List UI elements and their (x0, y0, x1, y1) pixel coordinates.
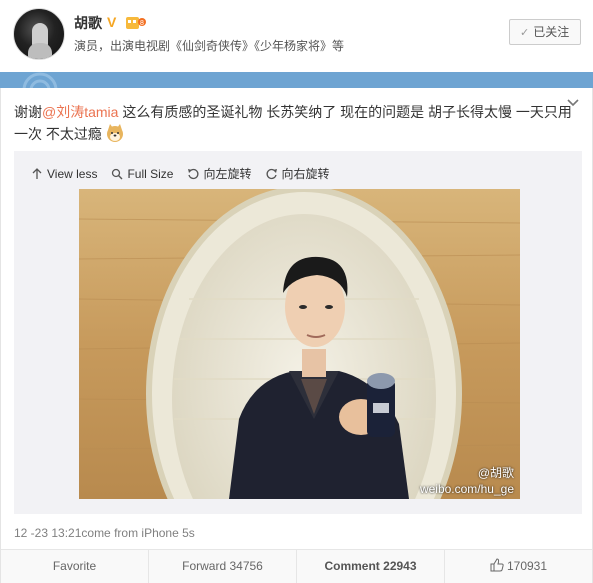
thumbs-up-icon (490, 558, 504, 572)
full-size-label: Full Size (127, 166, 174, 181)
rotate-right-icon (266, 168, 277, 179)
rotate-left-label: 向左旋转 (203, 167, 252, 181)
following-label: 已关注 (533, 25, 570, 39)
rotate-left-icon (188, 168, 199, 179)
like-count: 170931 (506, 559, 548, 573)
rotate-right-button[interactable]: 向右旋转 (266, 165, 330, 182)
bluebar-decoration (22, 72, 58, 88)
avatar[interactable] (13, 8, 65, 60)
post-text-pre: 谢谢 (14, 104, 42, 120)
photo-illustration (79, 189, 520, 499)
chevron-down-icon[interactable] (566, 96, 580, 110)
arrow-up-icon (32, 167, 42, 179)
post-photo[interactable]: @胡歌 weibo.com/hu_ge (79, 189, 520, 499)
action-bar: Favorite Forward 34756 Comment 22943 170… (1, 549, 592, 583)
post-card: 谢谢@刘涛tamia 这么有质感的圣诞礼物 长苏笑纳了 现在的问题是 胡子长得太… (0, 88, 593, 583)
media-toolbar: View less Full Size 向左旋转 向右旋转 (31, 165, 330, 182)
username[interactable]: 胡歌 (74, 13, 102, 33)
verified-v-icon: V (107, 14, 117, 30)
header-divider-bar (0, 72, 593, 88)
photo-watermark-url: weibo.com/hu_ge (419, 482, 514, 496)
view-less-button[interactable]: View less (31, 167, 97, 181)
doge-emoji-icon (106, 124, 123, 142)
favorite-button[interactable]: Favorite (1, 550, 149, 583)
favorite-label: Favorite (52, 559, 97, 573)
mention-link[interactable]: @刘涛tamia (42, 104, 118, 120)
comment-label: Comment 22943 (324, 559, 417, 573)
check-icon: ✓ (520, 27, 530, 39)
user-description: 演员，出演电视剧《仙剑奇侠传》《少年杨家将》等 (74, 39, 345, 53)
forward-button[interactable]: Forward 34756 (149, 550, 297, 583)
following-button[interactable]: ✓ 已关注 (509, 19, 581, 45)
svg-text:8: 8 (140, 20, 144, 27)
full-size-button[interactable]: Full Size (111, 167, 173, 181)
media-viewer: View less Full Size 向左旋转 向右旋转 @胡歌 weibo.… (14, 151, 582, 514)
rotate-left-button[interactable]: 向左旋转 (187, 165, 252, 182)
magnifier-icon (112, 168, 123, 179)
post-text: 谢谢@刘涛tamia 这么有质感的圣诞礼物 长苏笑纳了 现在的问题是 胡子长得太… (14, 101, 576, 145)
view-less-label: View less (47, 166, 98, 181)
post-meta: 12 -23 13:21come from iPhone 5s (14, 526, 195, 540)
photo-watermark-user: @胡歌 (477, 466, 514, 480)
comment-button[interactable]: Comment 22943 (297, 550, 445, 583)
post-header: 胡歌 V 8 演员，出演电视剧《仙剑奇侠传》《少年杨家将》等 ✓ 已关注 (0, 0, 593, 72)
avatar-figure-body (28, 43, 52, 59)
rotate-right-label: 向右旋转 (281, 167, 330, 181)
like-button[interactable]: 170931 (445, 550, 592, 583)
forward-label: Forward 34756 (182, 559, 263, 573)
level-badge-icon[interactable]: 8 (125, 14, 147, 30)
